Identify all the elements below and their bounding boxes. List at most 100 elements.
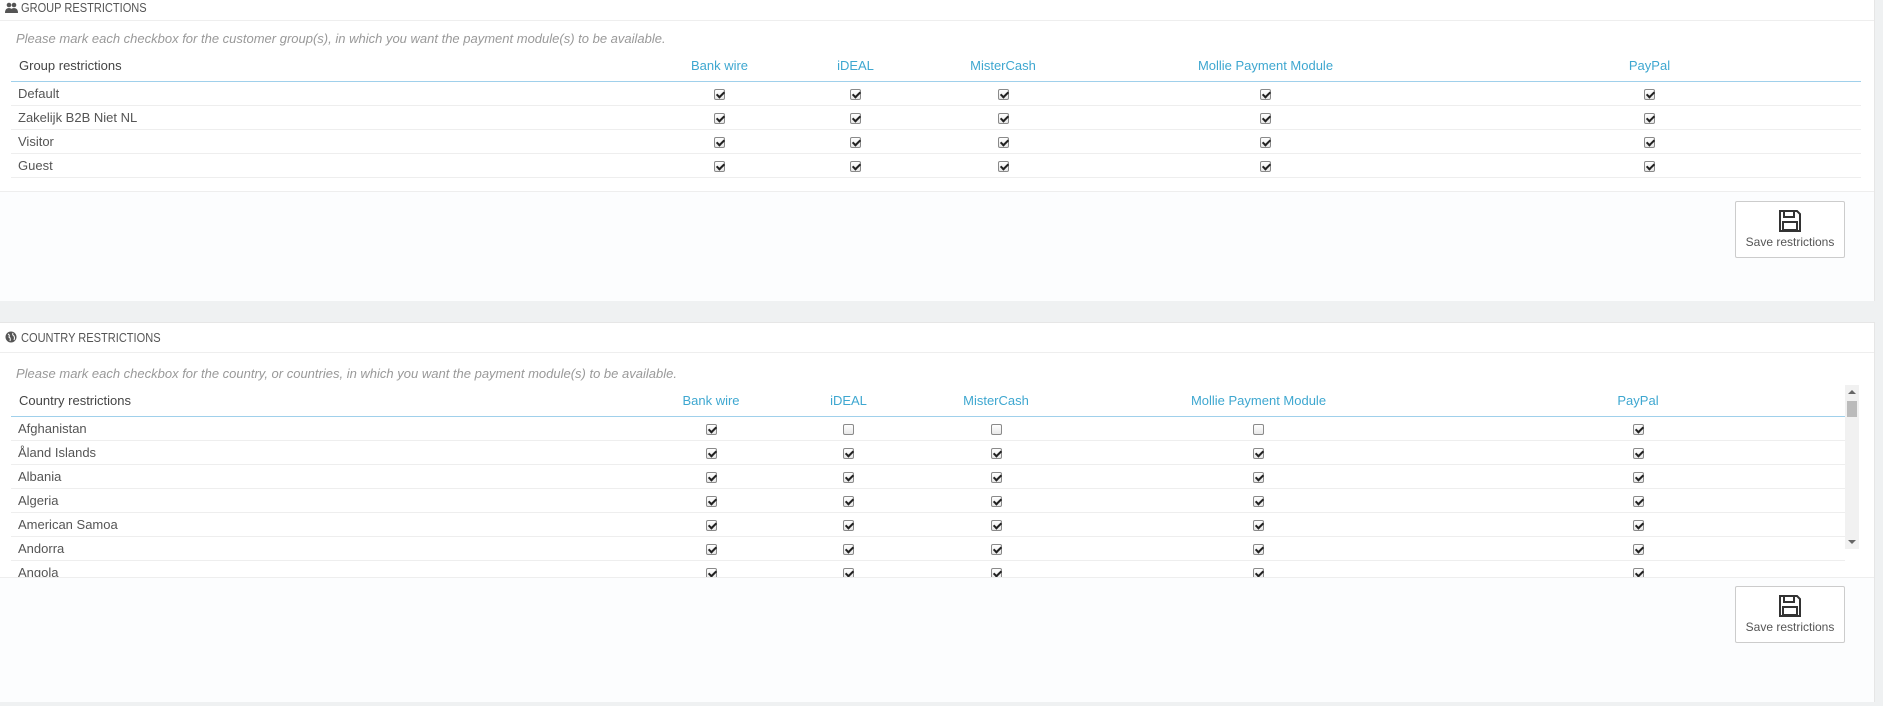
- restriction-checkbox[interactable]: [705, 471, 717, 483]
- vertical-scrollbar[interactable]: [1845, 385, 1859, 549]
- restriction-checkbox[interactable]: [705, 519, 717, 531]
- restriction-checkbox[interactable]: [1644, 136, 1655, 148]
- floppy-disk-icon: [1779, 595, 1801, 617]
- checkbox-cell: [1093, 129, 1438, 154]
- column-header-mistercash: MisterCash: [906, 385, 1086, 417]
- restriction-checkbox[interactable]: [1632, 447, 1644, 459]
- restriction-checkbox[interactable]: [714, 88, 725, 100]
- restriction-checkbox[interactable]: [990, 543, 1002, 555]
- checkbox-cell: [791, 464, 906, 489]
- restriction-checkbox[interactable]: [850, 136, 861, 148]
- checkbox-cell: [1086, 488, 1431, 513]
- restriction-checkbox[interactable]: [1260, 88, 1271, 100]
- scrollbar-thumb[interactable]: [1847, 401, 1857, 417]
- checkbox-cell: [1431, 464, 1845, 489]
- restriction-checkbox[interactable]: [1644, 112, 1655, 124]
- group-panel-footer: Save restrictions: [0, 191, 1874, 301]
- row-label: Albania: [11, 464, 631, 489]
- restriction-checkbox[interactable]: [1644, 88, 1655, 100]
- scroll-down-arrow-icon[interactable]: [1848, 540, 1856, 544]
- restriction-checkbox[interactable]: [850, 88, 861, 100]
- table-row: Albania: [11, 464, 1845, 489]
- checkbox-cell: [1438, 81, 1861, 106]
- group-restrictions-panel: Group restrictions Please mark each chec…: [0, 0, 1875, 301]
- checkbox-cell: [913, 81, 1093, 106]
- restriction-checkbox[interactable]: [990, 519, 1002, 531]
- checkbox-cell: [906, 512, 1086, 537]
- restriction-checkbox[interactable]: [990, 423, 1002, 435]
- restriction-checkbox[interactable]: [1260, 112, 1271, 124]
- globe-icon: [5, 331, 18, 344]
- country-restrictions-panel: Country restrictions Please mark each ch…: [0, 322, 1875, 702]
- column-header-mistercash: MisterCash: [913, 50, 1093, 82]
- checkbox-cell: [1438, 153, 1861, 178]
- column-header-paypal: PayPal: [1431, 385, 1845, 417]
- checkbox-cell: [798, 105, 913, 130]
- restriction-checkbox[interactable]: [1632, 519, 1644, 531]
- restriction-checkbox[interactable]: [997, 160, 1009, 172]
- restriction-checkbox[interactable]: [1253, 471, 1264, 483]
- restriction-checkbox[interactable]: [1253, 447, 1264, 459]
- restriction-checkbox[interactable]: [990, 447, 1002, 459]
- restriction-checkbox[interactable]: [997, 88, 1009, 100]
- save-country-restrictions-button[interactable]: Save restrictions: [1735, 586, 1845, 643]
- row-label: Andorra: [11, 536, 631, 561]
- restriction-checkbox[interactable]: [1260, 160, 1271, 172]
- restriction-checkbox[interactable]: [990, 471, 1002, 483]
- restriction-checkbox[interactable]: [1260, 136, 1271, 148]
- restriction-checkbox[interactable]: [705, 495, 717, 507]
- checkbox-cell: [791, 536, 906, 561]
- restriction-checkbox[interactable]: [843, 447, 854, 459]
- scroll-up-arrow-icon[interactable]: [1848, 390, 1856, 394]
- table-row: Default: [11, 81, 1861, 106]
- checkbox-cell: [1086, 416, 1431, 441]
- restriction-checkbox[interactable]: [1632, 495, 1644, 507]
- group-help-text: Please mark each checkbox for the custom…: [16, 31, 666, 46]
- restriction-checkbox[interactable]: [714, 136, 725, 148]
- restriction-checkbox[interactable]: [843, 519, 854, 531]
- checkbox-cell: [641, 105, 798, 130]
- checkbox-cell: [631, 488, 791, 513]
- restriction-checkbox[interactable]: [1632, 543, 1644, 555]
- table-row: Algeria: [11, 488, 1845, 513]
- group-restrictions-table: Group restrictions Bank wire iDEAL Miste…: [11, 50, 1861, 178]
- restriction-checkbox[interactable]: [850, 112, 861, 124]
- table-header-row: Country restrictions Bank wire iDEAL Mis…: [11, 385, 1845, 417]
- restriction-checkbox[interactable]: [705, 423, 717, 435]
- restriction-checkbox[interactable]: [1253, 423, 1264, 435]
- checkbox-cell: [906, 416, 1086, 441]
- restriction-checkbox[interactable]: [1253, 519, 1264, 531]
- checkbox-cell: [631, 536, 791, 561]
- restriction-checkbox[interactable]: [843, 543, 854, 555]
- group-panel-heading: Group restrictions: [0, 0, 1874, 21]
- checkbox-cell: [798, 129, 913, 154]
- restriction-checkbox[interactable]: [997, 112, 1009, 124]
- restriction-checkbox[interactable]: [850, 160, 861, 172]
- table-row: Andorra: [11, 536, 1845, 561]
- restriction-checkbox[interactable]: [1253, 543, 1264, 555]
- restriction-checkbox[interactable]: [1644, 160, 1655, 172]
- restriction-checkbox[interactable]: [1632, 471, 1644, 483]
- checkbox-cell: [1431, 536, 1845, 561]
- restriction-checkbox[interactable]: [997, 136, 1009, 148]
- restriction-checkbox[interactable]: [843, 471, 854, 483]
- checkbox-cell: [1431, 416, 1845, 441]
- restriction-checkbox[interactable]: [714, 160, 725, 172]
- checkbox-cell: [906, 536, 1086, 561]
- restriction-checkbox[interactable]: [714, 112, 725, 124]
- restriction-checkbox[interactable]: [843, 423, 854, 435]
- restriction-checkbox[interactable]: [1253, 495, 1264, 507]
- save-group-restrictions-button[interactable]: Save restrictions: [1735, 201, 1845, 258]
- row-label: Afghanistan: [11, 416, 631, 441]
- checkbox-cell: [1431, 440, 1845, 465]
- restriction-checkbox[interactable]: [990, 495, 1002, 507]
- restriction-checkbox[interactable]: [705, 543, 717, 555]
- column-header-country: Country restrictions: [11, 385, 631, 417]
- checkbox-cell: [913, 129, 1093, 154]
- table-row: Guest: [11, 153, 1861, 178]
- checkbox-cell: [1086, 440, 1431, 465]
- country-table-scroll-area[interactable]: Country restrictions Bank wire iDEAL Mis…: [0, 385, 1860, 585]
- restriction-checkbox[interactable]: [705, 447, 717, 459]
- restriction-checkbox[interactable]: [1632, 423, 1644, 435]
- restriction-checkbox[interactable]: [843, 495, 854, 507]
